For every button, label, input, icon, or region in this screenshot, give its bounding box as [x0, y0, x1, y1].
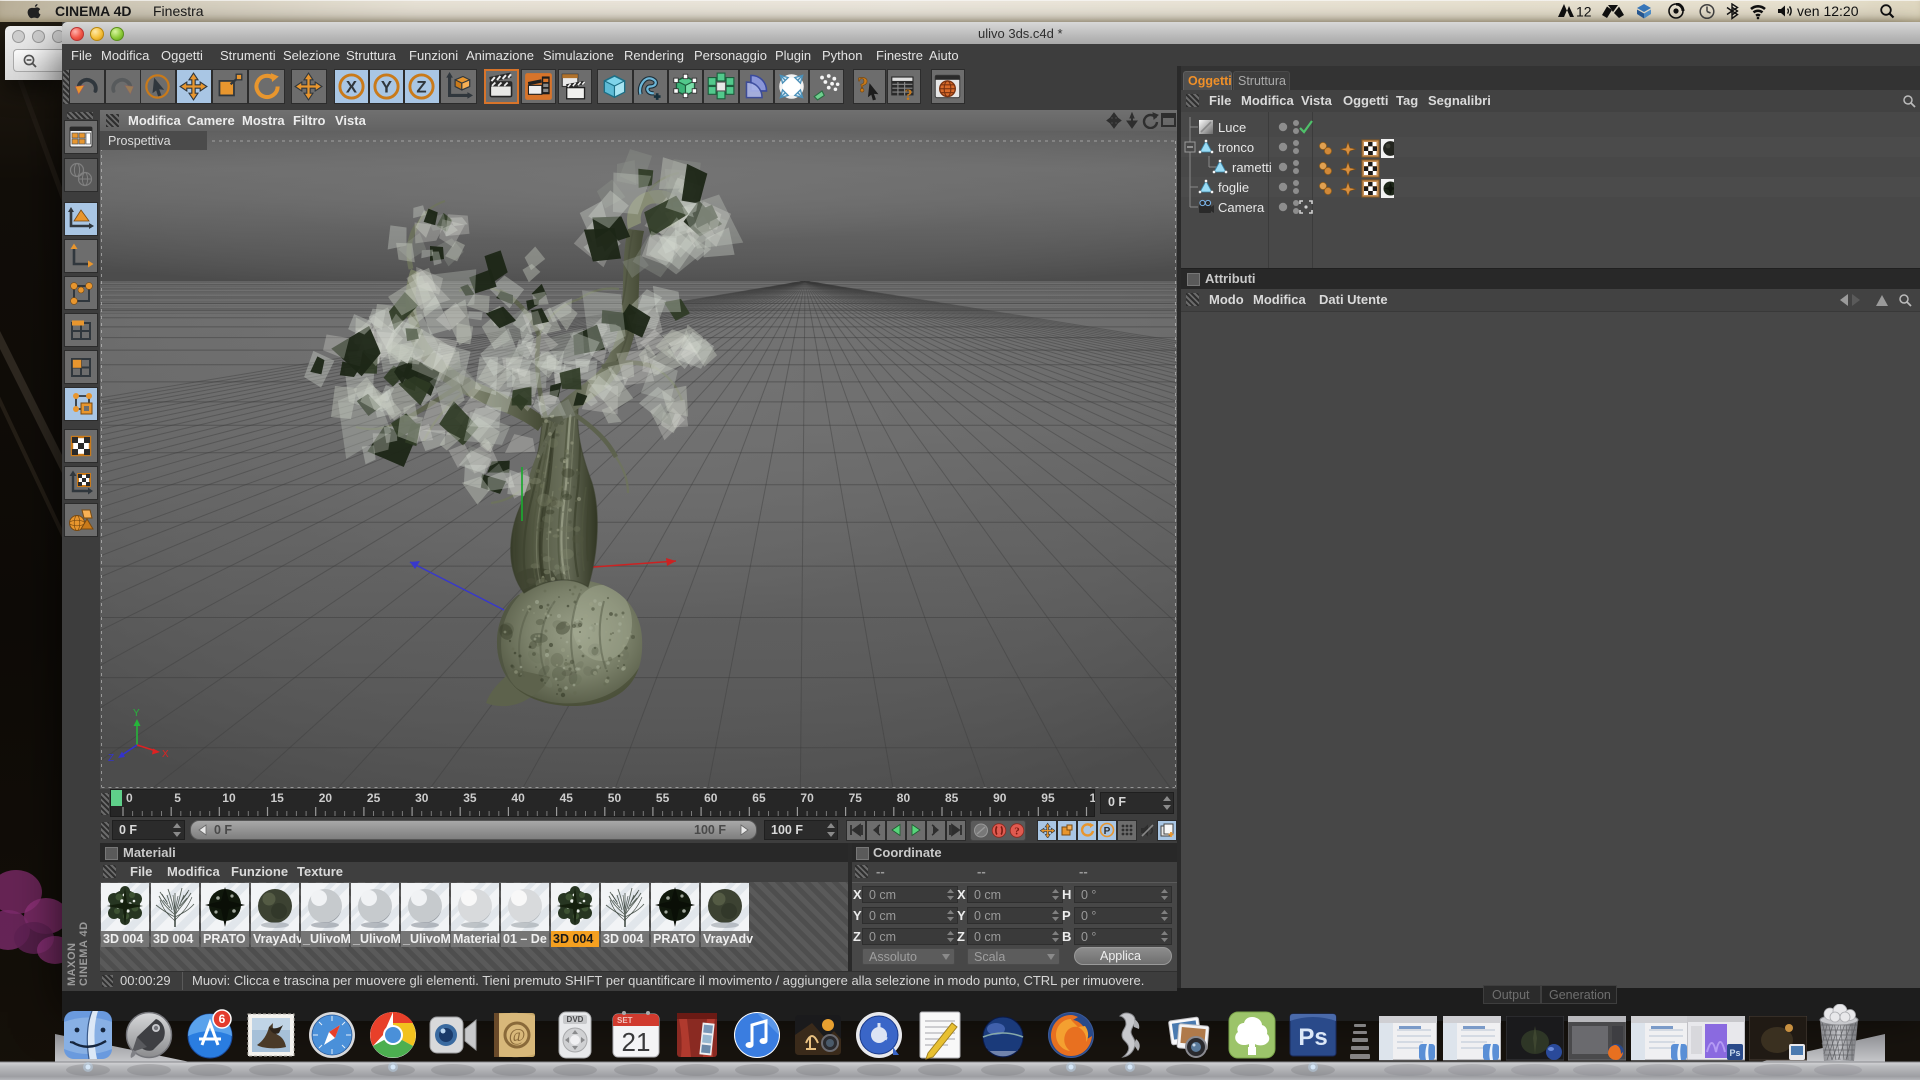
svg-text:45: 45 — [560, 791, 574, 805]
svg-text:?: ? — [905, 87, 913, 101]
svg-text:50: 50 — [608, 791, 622, 805]
svg-text:P: P — [1104, 826, 1111, 837]
svg-text:40: 40 — [511, 791, 525, 805]
svg-text:Z: Z — [108, 753, 114, 764]
svg-text:100: 100 — [1090, 791, 1096, 805]
svg-text:35: 35 — [463, 791, 477, 805]
svg-text:6: 6 — [219, 1012, 226, 1026]
svg-text:70: 70 — [800, 791, 814, 805]
svg-text:5: 5 — [174, 791, 181, 805]
svg-text:Prospettiva: Prospettiva — [108, 134, 171, 148]
svg-text:X: X — [346, 78, 357, 97]
svg-text:20: 20 — [319, 791, 333, 805]
svg-text:15: 15 — [271, 791, 285, 805]
svg-text:?: ? — [1014, 826, 1020, 838]
svg-text:95: 95 — [1041, 791, 1055, 805]
svg-text:Y: Y — [133, 708, 140, 719]
svg-text:21: 21 — [622, 1027, 651, 1057]
svg-text:@: @ — [509, 1025, 526, 1045]
svg-text:Ps: Ps — [1298, 1024, 1327, 1051]
svg-text:0: 0 — [126, 791, 133, 805]
svg-text:X: X — [162, 749, 169, 760]
svg-text:12: 12 — [1576, 4, 1592, 20]
svg-text:Z: Z — [416, 78, 426, 97]
svg-text:60: 60 — [704, 791, 718, 805]
svg-text:90: 90 — [993, 791, 1007, 805]
svg-text:65: 65 — [752, 791, 766, 805]
svg-text:75: 75 — [849, 791, 863, 805]
svg-text:Y: Y — [381, 78, 392, 97]
svg-text:Ps: Ps — [1729, 1048, 1740, 1058]
svg-text:SET: SET — [617, 1016, 633, 1025]
svg-text:55: 55 — [656, 791, 670, 805]
svg-text:?: ? — [857, 72, 868, 97]
svg-text:85: 85 — [945, 791, 959, 805]
svg-text:DVD: DVD — [567, 1015, 584, 1024]
svg-text:25: 25 — [367, 791, 381, 805]
svg-text:10: 10 — [222, 791, 236, 805]
svg-text:30: 30 — [415, 791, 429, 805]
svg-text:80: 80 — [897, 791, 911, 805]
